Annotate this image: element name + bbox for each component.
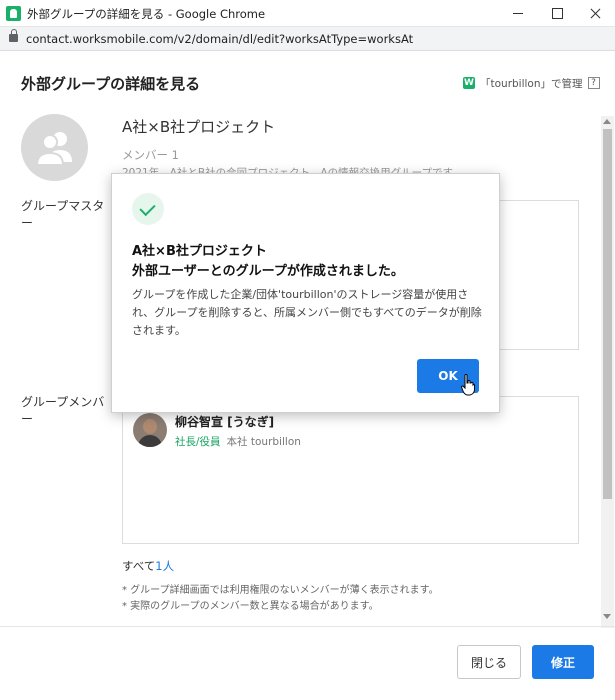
success-dialog: A社×B社プロジェクト 外部ユーザーとのグループが作成されました。 グループを作…	[111, 173, 500, 413]
works-app-icon	[6, 6, 21, 21]
edit-button[interactable]: 修正	[532, 645, 594, 679]
window-title: 外部グループの詳細を見る - Google Chrome	[27, 7, 266, 21]
close-window-button[interactable]	[575, 0, 615, 27]
url-text[interactable]: contact.worksmobile.com/v2/domain/dl/edi…	[26, 32, 413, 46]
window-titlebar: 外部グループの詳細を見る - Google Chrome	[0, 0, 615, 27]
help-icon[interactable]: ?	[587, 77, 600, 89]
scroll-up-arrow-icon[interactable]	[603, 119, 611, 124]
member-avatar	[133, 413, 167, 447]
member-org: 本社 tourbillon	[226, 436, 301, 448]
address-bar[interactable]: contact.worksmobile.com/v2/domain/dl/edi…	[0, 27, 615, 51]
total-members: すべて1人	[122, 558, 174, 574]
page-title: 外部グループの詳細を見る	[21, 75, 201, 93]
manage-info: W 「tourbillon」で管理 ?	[463, 75, 600, 91]
scroll-down-arrow-icon[interactable]	[603, 614, 611, 619]
footer-divider	[0, 626, 615, 627]
check-icon	[132, 193, 164, 225]
group-avatar	[21, 114, 88, 181]
lock-icon	[9, 29, 18, 42]
total-prefix: すべて	[122, 559, 156, 573]
dialog-title-group: A社×B社プロジェクト	[132, 244, 267, 259]
hand-cursor-icon	[461, 374, 475, 396]
managed-by-label: 「tourbillon」で管理	[480, 77, 583, 90]
group-people-icon	[35, 132, 72, 166]
group-members-label: グループメンバー	[21, 395, 105, 426]
member-item[interactable]: 柳谷智宣 [うなぎ] 社長/役員 本社 tourbillon	[133, 413, 301, 449]
group-master-label: グループマスター	[21, 199, 105, 230]
member-count: メンバー 1	[122, 148, 179, 162]
close-button[interactable]: 閉じる	[457, 645, 521, 679]
note-line: * グループ詳細画面では利用権限のないメンバーが薄く表示されます。	[122, 585, 439, 596]
minimize-button[interactable]	[497, 0, 539, 27]
note-line: * 実際のグループのメンバー数と異なる場合があります。	[122, 601, 379, 612]
member-role: 社長/役員	[175, 436, 221, 448]
maximize-button[interactable]	[536, 0, 578, 27]
dialog-body-text: グループを作成した企業/団体'tourbillon'のストレージ容量が使用され、…	[132, 288, 482, 337]
dialog-title-message: 外部ユーザーとのグループが作成されました。	[132, 264, 404, 279]
member-name: 柳谷智宣 [うなぎ]	[175, 415, 275, 429]
group-members-box: 柳谷智宣 [うなぎ] 社長/役員 本社 tourbillon	[122, 396, 579, 544]
scrollbar-thumb[interactable]	[603, 129, 612, 499]
group-name: A社×B社プロジェクト	[122, 118, 276, 136]
total-count: 1人	[155, 559, 175, 573]
works-logo-icon: W	[463, 77, 475, 89]
